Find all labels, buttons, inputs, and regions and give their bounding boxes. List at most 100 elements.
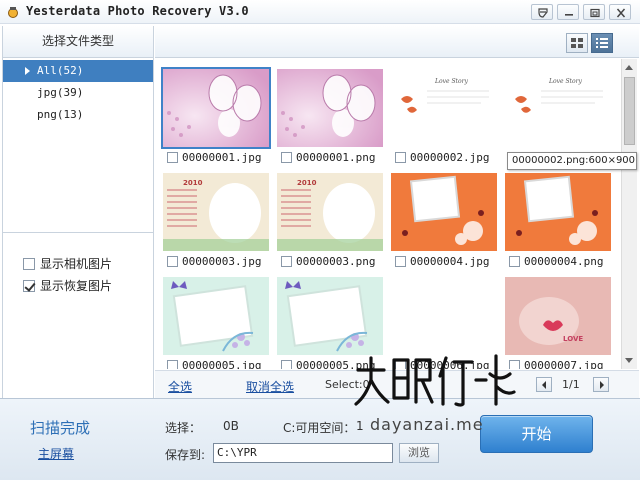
file-thumbnail[interactable]	[161, 67, 271, 149]
file-thumbnail[interactable]: Love Story	[505, 69, 611, 147]
file-caption: 00000006.jpg	[395, 359, 489, 369]
file-select-checkbox[interactable]	[509, 360, 520, 369]
file-tile[interactable]: Love Story00000002.png	[505, 69, 611, 165]
list-view-button[interactable]	[591, 33, 613, 53]
file-name: 00000004.jpg	[410, 255, 490, 268]
file-tile[interactable]: 2010 00000003.png	[277, 173, 383, 269]
file-thumbnail[interactable]: 2010	[277, 173, 383, 251]
file-type-sidebar: 选择文件类型 All(52) jpg(39) png(13) 显示相机图片 显示…	[2, 26, 154, 398]
start-button[interactable]: 开始	[480, 415, 593, 453]
title-bar: Yesterdata Photo Recovery V3.0	[0, 0, 640, 24]
file-tile[interactable]: 00000005.png	[277, 277, 383, 369]
view-toolbar	[155, 26, 639, 58]
file-tile[interactable]: 2010 00000003.jpg	[163, 173, 269, 269]
shield-menu-icon	[538, 8, 548, 18]
svg-text:LOVE: LOVE	[563, 335, 583, 343]
file-name: 00000001.jpg	[182, 151, 262, 164]
file-thumbnail[interactable]: LOVE	[505, 277, 611, 355]
prev-page-button[interactable]	[536, 377, 552, 392]
next-page-button[interactable]	[593, 377, 609, 392]
file-caption: 00000002.jpg	[395, 151, 489, 165]
file-caption: 00000003.png	[281, 255, 375, 269]
file-name: 00000005.jpg	[182, 359, 262, 369]
file-caption: 00000004.jpg	[395, 255, 489, 269]
scroll-up-icon[interactable]	[625, 65, 633, 70]
grid-view-icon	[571, 38, 583, 48]
maximize-button[interactable]	[583, 4, 605, 20]
file-caption: 00000005.png	[281, 359, 375, 369]
file-select-checkbox[interactable]	[167, 360, 178, 369]
file-thumbnail[interactable]: 2010	[163, 173, 269, 251]
scroll-down-icon[interactable]	[625, 358, 633, 363]
scan-status: 扫描完成	[30, 419, 91, 437]
browse-button[interactable]: 浏览	[399, 443, 439, 463]
show-camera-photos-option[interactable]: 显示相机图片	[23, 256, 112, 274]
file-type-jpg[interactable]: jpg(39)	[3, 82, 153, 104]
file-name: 00000003.jpg	[182, 255, 262, 268]
file-thumbnail[interactable]	[163, 277, 269, 355]
main-screen-link[interactable]: 主屏幕	[38, 445, 74, 462]
list-view-icon	[596, 38, 608, 48]
vertical-scrollbar[interactable]	[621, 59, 637, 369]
file-select-checkbox[interactable]	[167, 256, 178, 267]
file-select-checkbox[interactable]	[281, 152, 292, 163]
file-type-all[interactable]: All(52)	[3, 60, 153, 82]
file-tile[interactable]: 00000004.png	[505, 173, 611, 269]
file-select-checkbox[interactable]	[509, 256, 520, 267]
file-thumbnail[interactable]	[391, 277, 497, 355]
file-type-label: jpg(39)	[37, 86, 84, 99]
file-caption: 00000001.jpg	[167, 151, 261, 165]
file-select-checkbox[interactable]	[395, 152, 406, 163]
file-select-checkbox[interactable]	[395, 360, 406, 369]
file-select-checkbox[interactable]	[281, 360, 292, 369]
deselect-all-link[interactable]: 取消全选	[246, 378, 294, 395]
minimize-button[interactable]	[557, 4, 579, 20]
svg-text:Love Story: Love Story	[434, 78, 468, 85]
file-thumbnail[interactable]	[505, 173, 611, 251]
grid-view-button[interactable]	[566, 33, 588, 53]
image-info-tooltip: 00000002.png:600×900	[507, 152, 637, 170]
app-icon	[8, 7, 18, 18]
file-name: 00000002.jpg	[410, 151, 490, 164]
show-camera-photos-checkbox[interactable]	[23, 258, 35, 270]
option-label: 显示相机图片	[40, 257, 113, 271]
file-tile[interactable]: 00000001.png	[277, 69, 383, 165]
close-button[interactable]	[609, 4, 631, 20]
file-tile[interactable]: Love Story 00000002.jpg	[391, 69, 497, 165]
thumbnail-panel: 00000001.jpg 00000001.png Love Story 000000…	[155, 26, 639, 398]
file-name: 00000007.jpg	[524, 359, 604, 369]
file-tile[interactable]: 00000005.jpg	[163, 277, 269, 369]
menu-button[interactable]	[531, 4, 553, 20]
sidebar-header: 选择文件类型	[3, 26, 153, 58]
file-tile[interactable]: 00000006.jpg	[391, 277, 497, 369]
file-name: 00000003.png	[296, 255, 376, 268]
file-thumbnail[interactable]	[277, 277, 383, 355]
file-type-list: All(52) jpg(39) png(13)	[3, 60, 153, 126]
show-recovered-photos-checkbox[interactable]	[23, 280, 35, 292]
chevron-left-icon	[542, 381, 546, 389]
selected-size-value: 0B	[223, 419, 239, 433]
file-thumbnail[interactable]	[277, 69, 383, 147]
option-label: 显示恢复图片	[40, 279, 113, 293]
thumbnail-grid: 00000001.jpg 00000001.png Love Story 000000…	[155, 59, 621, 369]
file-tile[interactable]: LOVE 00000007.jpg	[505, 277, 611, 369]
chevron-right-icon	[600, 381, 604, 389]
file-caption: 00000004.png	[509, 255, 603, 269]
file-type-label: All(52)	[37, 64, 84, 77]
file-thumbnail[interactable]	[391, 173, 497, 251]
file-tile[interactable]: 00000001.jpg	[161, 67, 271, 165]
sidebar-divider	[3, 232, 153, 233]
select-all-link[interactable]: 全选	[168, 378, 192, 395]
scroll-thumb[interactable]	[624, 77, 635, 145]
file-caption: 00000003.jpg	[167, 255, 261, 269]
file-select-checkbox[interactable]	[395, 256, 406, 267]
file-type-png[interactable]: png(13)	[3, 104, 153, 126]
save-path-input[interactable]: C:\YPR	[213, 443, 393, 463]
file-name: 00000006.jpg	[410, 359, 490, 369]
file-select-checkbox[interactable]	[281, 256, 292, 267]
file-thumbnail[interactable]: Love Story	[391, 69, 497, 147]
file-select-checkbox[interactable]	[167, 152, 178, 163]
svg-text:Love Story: Love Story	[548, 78, 582, 85]
show-recovered-photos-option[interactable]: 显示恢复图片	[23, 278, 112, 296]
file-tile[interactable]: 00000004.jpg	[391, 173, 497, 269]
